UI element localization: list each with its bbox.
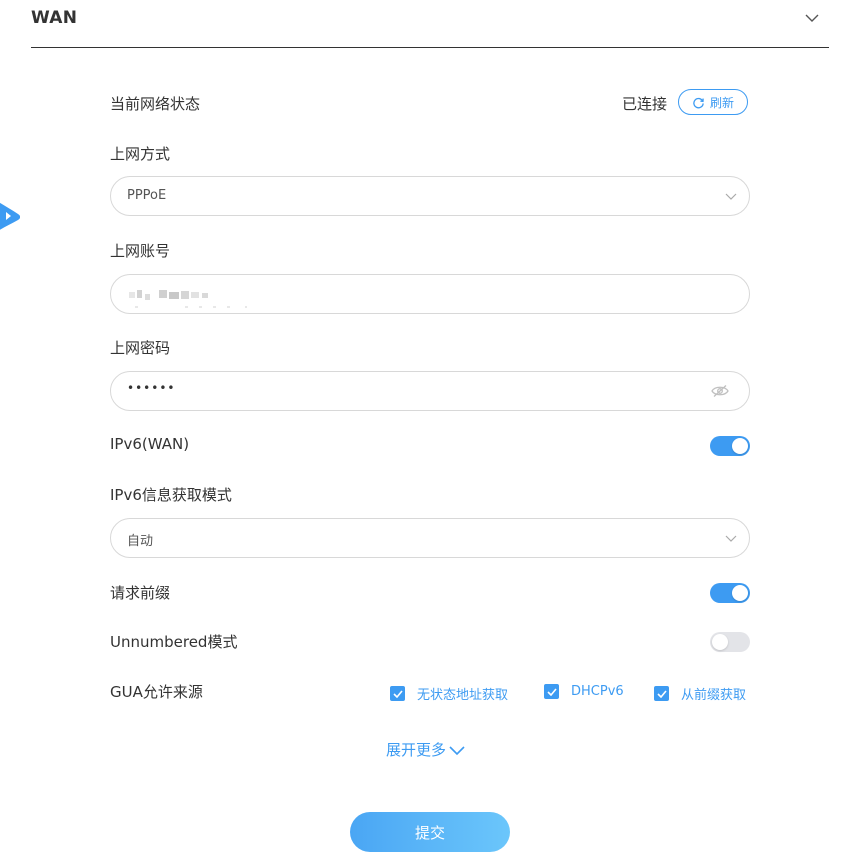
gua-option-stateless[interactable]: 无状态地址获取: [390, 684, 508, 703]
toggle-knob: [732, 585, 748, 601]
chevron-up-down-icon[interactable]: [804, 12, 820, 24]
header-divider: [31, 47, 829, 48]
checkbox-checked-icon[interactable]: [654, 686, 669, 701]
expand-more-link[interactable]: 展开更多: [386, 739, 466, 760]
account-label: 上网账号: [110, 242, 171, 260]
chevron-down-icon: [449, 745, 465, 755]
wan-settings-page: WAN 当前网络状态 已连接 刷新 上网方式 PPPoE 上网账号 上网密码 •…: [0, 0, 842, 858]
unnumbered-mode-label: Unnumbered模式: [110, 633, 238, 651]
password-input[interactable]: ••••••: [110, 371, 750, 411]
chevron-down-icon: [725, 193, 737, 200]
expand-more-label: 展开更多: [386, 741, 447, 759]
gua-option-label: 从前缀获取: [681, 688, 747, 703]
gua-sources-label: GUA允许来源: [110, 683, 203, 701]
gua-option-label: 无状态地址获取: [417, 688, 509, 703]
section-title: WAN: [31, 8, 78, 28]
password-masked-value: ••••••: [127, 381, 176, 395]
unnumbered-mode-toggle[interactable]: [710, 632, 750, 652]
request-prefix-toggle[interactable]: [710, 583, 750, 603]
network-status-value: 已连接: [622, 95, 668, 113]
ipv6-mode-select[interactable]: 自动: [110, 518, 750, 558]
toggle-knob: [712, 634, 728, 650]
ipv6-mode-label: IPv6信息获取模式: [110, 486, 232, 504]
password-label: 上网密码: [110, 339, 171, 357]
side-expand-tab-icon[interactable]: [0, 180, 20, 252]
gua-option-dhcpv6[interactable]: DHCPv6: [544, 684, 624, 699]
gua-option-label: DHCPv6: [571, 684, 624, 699]
toggle-knob: [732, 438, 748, 454]
gua-option-from-prefix[interactable]: 从前缀获取: [654, 684, 746, 703]
ipv6-mode-value: 自动: [127, 534, 154, 549]
refresh-icon: [693, 97, 704, 108]
checkbox-checked-icon[interactable]: [544, 684, 559, 699]
account-input[interactable]: [110, 274, 750, 314]
connection-type-value: PPPoE: [127, 188, 167, 203]
connection-type-select[interactable]: PPPoE: [110, 176, 750, 216]
network-status-label: 当前网络状态: [110, 95, 201, 113]
chevron-down-icon: [725, 535, 737, 542]
connection-type-label: 上网方式: [110, 145, 171, 163]
checkbox-checked-icon[interactable]: [390, 686, 405, 701]
ipv6-wan-label: IPv6(WAN): [110, 435, 190, 453]
ipv6-wan-toggle[interactable]: [710, 436, 750, 456]
obscured-account-value: [129, 290, 247, 308]
eye-hidden-icon[interactable]: [711, 384, 729, 398]
refresh-button[interactable]: 刷新: [678, 89, 748, 115]
submit-button[interactable]: 提交: [350, 812, 510, 852]
request-prefix-label: 请求前缀: [110, 584, 171, 602]
refresh-button-label: 刷新: [709, 95, 734, 110]
